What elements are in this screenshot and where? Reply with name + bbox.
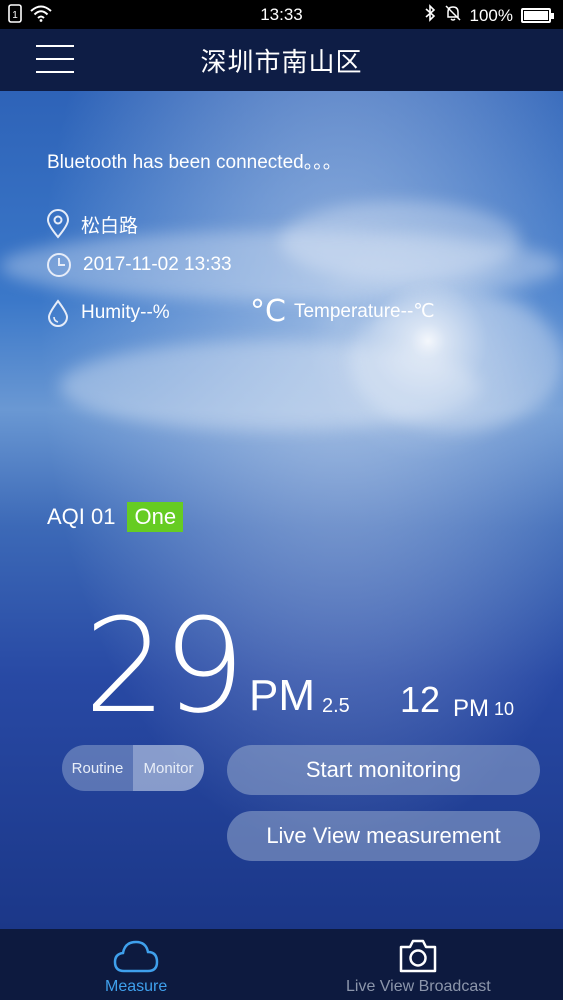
pm10-value: 12 <box>400 679 441 720</box>
weather-panel: Bluetooth has been connected。。。 松白路 2017… <box>0 91 563 929</box>
app-header: 深圳市南山区 <box>0 29 563 91</box>
clock-icon <box>47 253 71 277</box>
start-monitoring-button[interactable]: Start monitoring <box>227 745 540 795</box>
battery-level <box>524 11 548 20</box>
tab-live-view-broadcast[interactable]: Live View Broadcast <box>346 937 491 996</box>
celsius-icon: °C <box>250 294 286 329</box>
mode-routine-option[interactable]: Routine <box>62 745 133 791</box>
pm10-label: PM <box>453 695 489 722</box>
mode-monitor-option[interactable]: Monitor <box>133 745 204 791</box>
live-view-measurement-button[interactable]: Live View measurement <box>227 811 540 861</box>
status-bar: 1 13:33 100% <box>0 0 563 29</box>
aqi-level-badge: One <box>127 502 184 532</box>
humidity-row: Humity--% <box>46 298 170 328</box>
battery-icon <box>521 8 554 23</box>
pm25-label: PM <box>249 671 315 720</box>
datetime-row: 2017-11-02 13:33 <box>46 252 232 278</box>
tab-live-view-label: Live View Broadcast <box>346 978 491 995</box>
aqi-label: AQI 01 <box>47 504 116 529</box>
datetime-text: 2017-11-02 13:33 <box>83 254 232 275</box>
battery-percent: 100% <box>469 5 513 25</box>
pm25-subscript: 2.5 <box>322 695 350 717</box>
pm25-value: 29 <box>84 590 245 742</box>
location-pin-icon <box>46 209 70 239</box>
page-title: 深圳市南山区 <box>200 47 363 78</box>
camera-icon <box>400 939 437 973</box>
bottom-tab-bar: Measure Live View Broadcast <box>0 929 563 1000</box>
pm10-subscript: 10 <box>494 699 515 719</box>
temperature-text: Temperature--℃ <box>293 301 435 322</box>
aqi-row: AQI 01 One <box>47 502 184 532</box>
tab-measure-label: Measure <box>105 978 168 995</box>
tab-measure[interactable]: Measure <box>105 937 167 996</box>
location-text: 松白路 <box>81 215 139 237</box>
bluetooth-icon <box>424 4 436 27</box>
hamburger-menu-icon[interactable] <box>36 45 74 75</box>
humidity-text: Humity--% <box>81 302 170 323</box>
temperature-row: °C Temperature--℃ <box>250 294 435 329</box>
connection-status: Bluetooth has been connected。。。 <box>47 152 342 173</box>
cloud-icon <box>113 940 159 973</box>
water-drop-icon <box>47 299 69 327</box>
mode-toggle: Routine Monitor <box>62 745 204 791</box>
location-row: 松白路 <box>46 209 138 239</box>
mute-bell-icon <box>444 4 462 27</box>
